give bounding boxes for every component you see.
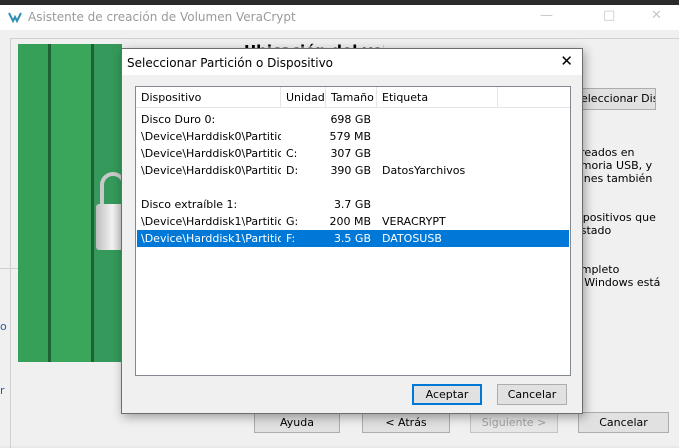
- cell-drive: [286, 128, 324, 145]
- cell-label: [382, 111, 502, 128]
- top-border: [0, 0, 679, 5]
- wizard-cancel-button[interactable]: Cancelar: [578, 412, 669, 433]
- cell-drive: F:: [286, 232, 296, 245]
- cell-device: \Device\Harddisk0\Partition3: [141, 164, 281, 177]
- padlock-icon: [96, 204, 122, 250]
- veracrypt-logo-icon: [8, 12, 22, 24]
- cell-size: 3.7 GB: [333, 198, 371, 211]
- cell-size: 390 GB: [330, 164, 371, 177]
- cell-size: 200 MB: [329, 215, 371, 228]
- left-fragment-1: o: [0, 320, 7, 333]
- column-header-label[interactable]: Etiqueta: [377, 87, 497, 108]
- wizard-title-bar[interactable]: Asistente de creación de Volumen VeraCry…: [0, 0, 679, 30]
- column-header-drive[interactable]: Unidad: [281, 87, 325, 108]
- accept-button[interactable]: Aceptar: [412, 384, 482, 405]
- padlock-shackle: [100, 172, 122, 206]
- cell-label: VERACRYPT: [382, 215, 446, 228]
- dialog-title-bar[interactable]: Seleccionar Partición o Dispositivo ✕: [122, 49, 582, 75]
- device-list-header: Dispositivo Unidad Tamaño Etiqueta: [136, 87, 570, 108]
- next-button[interactable]: Siguiente >: [470, 412, 558, 433]
- minimize-icon[interactable]: —: [540, 8, 553, 23]
- cell-label: DATOSUSB: [382, 232, 442, 245]
- help-button[interactable]: Ayuda: [254, 412, 340, 433]
- table-row[interactable]: \Device\Harddisk0\Partition1 579 MB: [137, 128, 569, 145]
- table-row-selected[interactable]: \Device\Harddisk1\Partition2 F: 3.5 GB D…: [137, 230, 569, 247]
- left-fragment-2: r: [0, 384, 5, 397]
- table-row[interactable]: Disco Duro 0: 698 GB: [137, 111, 569, 128]
- cell-drive: G:: [286, 215, 299, 228]
- cell-label: [382, 196, 502, 213]
- cell-device: \Device\Harddisk1\Partition2: [141, 232, 281, 245]
- device-list[interactable]: Dispositivo Unidad Tamaño Etiqueta Disco…: [135, 86, 571, 376]
- cell-device: [141, 179, 281, 196]
- dialog-close-icon[interactable]: ✕: [560, 53, 573, 69]
- dialog-title: Seleccionar Partición o Dispositivo: [127, 56, 334, 70]
- cell-device: \Device\Harddisk0\Partition1: [141, 130, 281, 143]
- cell-drive: C:: [286, 147, 298, 160]
- cell-size: 698 GB: [330, 113, 371, 126]
- table-row[interactable]: \Device\Harddisk0\Partition3 D: 390 GB D…: [137, 162, 569, 179]
- info-text-2: ispositivos que estado: [574, 211, 656, 237]
- cell-drive: [286, 111, 324, 128]
- cell-device: Disco extraíble 1:: [141, 198, 238, 211]
- table-row[interactable]: Disco extraíble 1: 3.7 GB: [137, 196, 569, 213]
- cell-device: \Device\Harddisk1\Partition1: [141, 215, 281, 228]
- cell-size: 579 MB: [329, 130, 371, 143]
- dialog-cancel-button[interactable]: Cancelar: [497, 384, 567, 405]
- back-button[interactable]: < Atrás: [362, 412, 450, 433]
- cell-size: 3.5 GB: [333, 232, 371, 245]
- padlock-door-image: [18, 44, 122, 362]
- table-row[interactable]: [137, 179, 569, 196]
- column-header-size[interactable]: Tamaño: [326, 87, 376, 108]
- table-row[interactable]: \Device\Harddisk1\Partition1 G: 200 MB V…: [137, 213, 569, 230]
- cell-label: DatosYarchivos: [382, 164, 466, 177]
- cell-size: 307 GB: [330, 147, 371, 160]
- maximize-icon[interactable]: □: [603, 8, 615, 23]
- close-icon[interactable]: ✕: [651, 8, 662, 23]
- left-separator: [0, 268, 18, 269]
- wizard-title: Asistente de creación de Volumen VeraCry…: [28, 10, 296, 24]
- cell-label: [382, 128, 502, 145]
- cell-drive: D:: [286, 164, 299, 177]
- cell-label: [382, 145, 502, 162]
- cell-device: Disco Duro 0:: [141, 113, 216, 126]
- cell-device: \Device\Harddisk0\Partition2: [141, 147, 281, 160]
- info-text-3: ompleto e Windows está: [574, 263, 661, 289]
- column-header-device[interactable]: Dispositivo: [136, 87, 280, 108]
- select-device-dialog: Seleccionar Partición o Dispositivo ✕ Di…: [121, 48, 583, 414]
- table-row[interactable]: \Device\Harddisk0\Partition2 C: 307 GB: [137, 145, 569, 162]
- info-text-1: creados en emoria USB, y iones también: [574, 146, 653, 185]
- cell-drive: [286, 196, 324, 213]
